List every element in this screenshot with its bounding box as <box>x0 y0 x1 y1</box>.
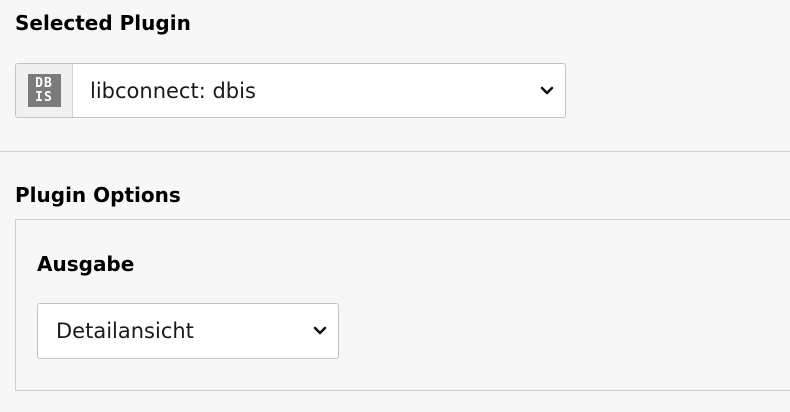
output-select-value: Detailansicht <box>56 319 194 343</box>
dbis-plugin-icon: DB IS <box>27 74 61 107</box>
output-select[interactable]: Detailansicht <box>37 303 339 359</box>
chevron-down-icon[interactable] <box>302 326 338 336</box>
selected-plugin-heading: Selected Plugin <box>15 11 191 35</box>
plugin-select-value: libconnect: dbis <box>90 78 256 103</box>
section-divider <box>0 151 790 152</box>
plugin-icon-container: DB IS <box>16 64 73 117</box>
plugin-select[interactable]: DB IS libconnect: dbis <box>15 63 566 118</box>
plugin-options-heading: Plugin Options <box>15 183 181 207</box>
plugin-options-panel: Ausgabe Detailansicht <box>15 219 790 391</box>
output-field-label: Ausgabe <box>37 252 135 276</box>
chevron-down-icon[interactable] <box>529 64 565 117</box>
plugin-icon-line-1: DB <box>35 75 53 91</box>
plugin-icon-line-2: IS <box>35 89 53 105</box>
